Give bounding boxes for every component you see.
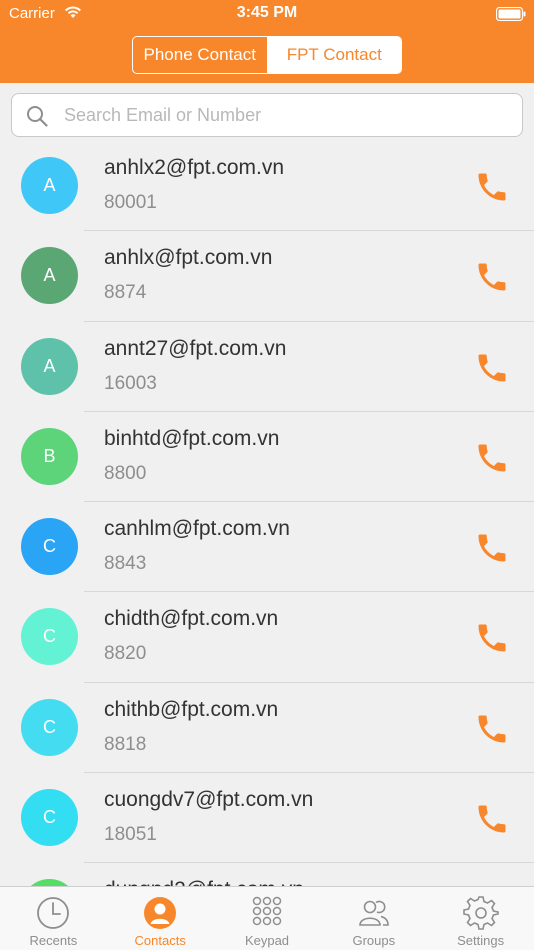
tab-groups[interactable]: Groups xyxy=(320,887,427,950)
app: Carrier 3:45 PM Phone Contact FPT Contac… xyxy=(0,0,534,950)
header: Carrier 3:45 PM Phone Contact FPT Contac… xyxy=(0,0,534,83)
contact-row[interactable]: Aannt27@fpt.com.vn 16003 xyxy=(0,322,534,412)
search-icon xyxy=(27,106,48,127)
contact-number: 18051 xyxy=(104,824,157,846)
contact-avatar: C xyxy=(21,518,78,576)
contact-number: 8818 xyxy=(104,733,147,755)
phone-icon[interactable] xyxy=(474,711,510,747)
contact-row[interactable]: Aanhlx@fpt.com.vn 8874 xyxy=(0,231,534,322)
search-input[interactable] xyxy=(64,100,504,130)
contact-email: anhlx@fpt.com.vn xyxy=(104,246,273,270)
groups-icon xyxy=(358,900,389,926)
tab-contacts[interactable]: Contacts xyxy=(107,887,214,950)
contact-source-segmented-control: Phone Contact FPT Contact xyxy=(132,36,402,74)
contact-row[interactable]: Cdungnd2@fpt.com.vn xyxy=(0,863,534,886)
clock-icon xyxy=(37,897,70,929)
tab-keypad-label: Keypad xyxy=(244,933,290,948)
tab-settings[interactable]: Settings xyxy=(427,887,534,950)
contact-email: chithb@fpt.com.vn xyxy=(104,697,279,721)
contact-number: 8820 xyxy=(104,643,147,665)
tab-bar: Recents Contacts Keypad Groups Settings xyxy=(0,886,534,950)
status-bar: Carrier 3:45 PM xyxy=(0,0,534,30)
keypad-icon xyxy=(252,896,282,926)
gear-icon xyxy=(462,896,499,930)
contact-avatar: B xyxy=(21,427,78,485)
tab-settings-label: Settings xyxy=(457,933,505,948)
contact-number: 16003 xyxy=(104,372,157,394)
contact-row[interactable]: Bbinhtd@fpt.com.vn 8800 xyxy=(0,412,534,503)
contact-row[interactable]: Cchidth@fpt.com.vn 8820 xyxy=(0,592,534,683)
tab-groups-label: Groups xyxy=(352,933,396,948)
phone-icon[interactable] xyxy=(474,259,510,295)
contact-row[interactable]: Cchithb@fpt.com.vn 8818 xyxy=(0,683,534,774)
contact-email: binhtd@fpt.com.vn xyxy=(104,426,280,450)
person-icon xyxy=(144,897,177,929)
search-box[interactable] xyxy=(11,93,523,137)
search-bar xyxy=(0,83,534,143)
contact-number: 8800 xyxy=(104,462,147,484)
phone-icon[interactable] xyxy=(474,169,510,205)
contact-avatar: A xyxy=(21,157,78,214)
contact-avatar: A xyxy=(21,337,78,395)
contact-row[interactable]: Ccuongdv7@fpt.com.vn 18051 xyxy=(0,773,534,864)
phone-icon[interactable] xyxy=(474,530,510,566)
contact-number: 80001 xyxy=(104,192,157,213)
phone-icon[interactable] xyxy=(474,801,510,837)
contact-number: 8874 xyxy=(104,282,147,304)
fpt-contact-segment[interactable]: FPT Contact xyxy=(267,37,401,73)
contact-email: anhlx2@fpt.com.vn xyxy=(104,156,285,179)
contact-number: 8843 xyxy=(104,553,147,575)
contact-avatar: C xyxy=(21,608,78,666)
contact-avatar: C xyxy=(21,789,78,847)
contact-email: dungnd2@fpt.com.vn xyxy=(104,878,304,886)
tab-contacts-label: Contacts xyxy=(134,933,186,948)
phone-icon[interactable] xyxy=(474,620,510,656)
contact-email: annt27@fpt.com.vn xyxy=(104,336,287,360)
phone-icon[interactable] xyxy=(474,440,510,476)
contact-row[interactable]: Aanhlx2@fpt.com.vn 80001 xyxy=(0,141,534,232)
contact-avatar: C xyxy=(21,698,78,756)
contact-list[interactable]: Aanhlx2@fpt.com.vn 80001 Aanhlx@fpt.com.vn… xyxy=(0,141,534,886)
contact-row[interactable]: Ccanhlm@fpt.com.vn 8843 xyxy=(0,502,534,593)
contact-avatar: C xyxy=(21,879,78,886)
tab-keypad[interactable]: Keypad xyxy=(214,887,321,950)
contact-email: chidth@fpt.com.vn xyxy=(104,607,279,631)
tab-recents-label: Recents xyxy=(29,933,78,948)
phone-contact-segment[interactable]: Phone Contact xyxy=(133,37,268,73)
contact-email: canhlm@fpt.com.vn xyxy=(104,517,290,541)
phone-icon[interactable] xyxy=(474,350,510,386)
contact-email: cuongdv7@fpt.com.vn xyxy=(104,788,314,812)
tab-recents[interactable]: Recents xyxy=(0,887,107,950)
contact-avatar: A xyxy=(21,247,78,305)
clock: 3:45 PM xyxy=(236,4,298,21)
battery-icon xyxy=(496,7,526,21)
